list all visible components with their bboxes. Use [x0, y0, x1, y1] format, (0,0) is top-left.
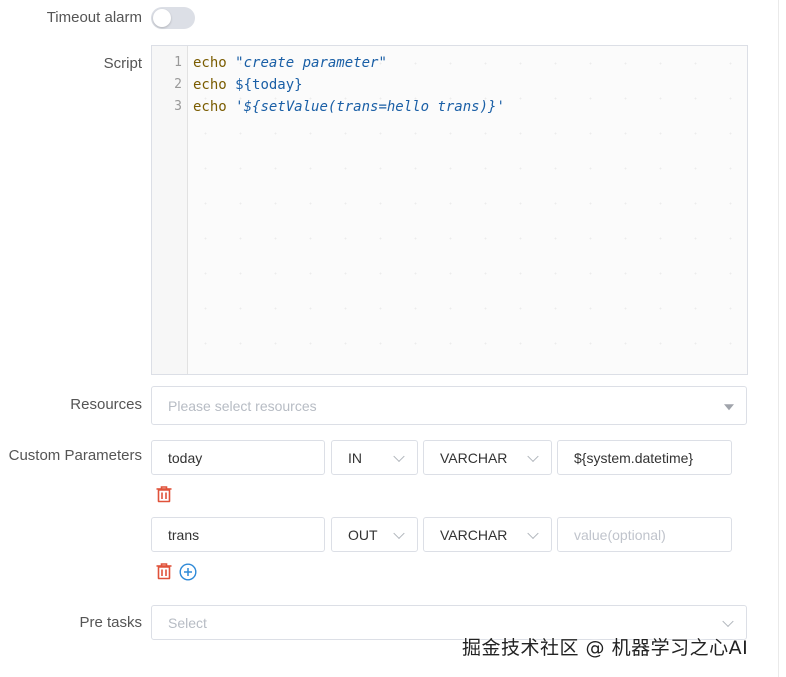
- param-direction-value: OUT: [348, 526, 378, 543]
- code-argument: "create parameter": [235, 55, 387, 71]
- param-type-value: VARCHAR: [440, 449, 508, 466]
- param-direction-select[interactable]: OUT: [331, 517, 418, 552]
- param-type-select[interactable]: VARCHAR: [423, 440, 552, 475]
- timeout-alarm-label: Timeout alarm: [46, 9, 142, 26]
- code-line: echo "create parameter": [193, 52, 747, 74]
- param-type-value: VARCHAR: [440, 526, 508, 543]
- right-divider: [778, 0, 779, 677]
- line-number: 3: [174, 99, 182, 114]
- chevron-down-icon: [722, 615, 734, 627]
- param-type-select[interactable]: VARCHAR: [423, 517, 552, 552]
- script-editor[interactable]: 1 2 3 echo "create parameter" echo ${tod…: [151, 45, 748, 375]
- watermark: 掘金技术社区 @ 机器学习之心AI: [462, 637, 749, 659]
- code-line: echo ${today}: [193, 74, 747, 96]
- trash-icon[interactable]: [155, 485, 173, 503]
- pre-tasks-label: Pre tasks: [79, 614, 142, 631]
- param-name-input[interactable]: [151, 517, 325, 552]
- param-value-input[interactable]: [557, 440, 732, 475]
- line-number: 2: [174, 77, 182, 92]
- chevron-down-icon: [527, 527, 539, 539]
- resources-select[interactable]: Please select resources: [151, 386, 747, 425]
- caret-down-icon: [724, 403, 734, 410]
- param-value-input[interactable]: [557, 517, 732, 552]
- line-gutter: 1 2 3: [152, 46, 188, 374]
- code-area[interactable]: echo "create parameter" echo ${today} ec…: [193, 52, 747, 118]
- code-keyword: echo: [193, 55, 227, 71]
- chevron-down-icon: [393, 450, 405, 462]
- resources-placeholder: Please select resources: [168, 397, 317, 414]
- code-line: echo '${setValue(trans=hello trans)}': [193, 96, 747, 118]
- pre-tasks-placeholder: Select: [168, 614, 207, 631]
- chevron-down-icon: [393, 527, 405, 539]
- code-argument: ${today}: [235, 77, 303, 93]
- trash-icon[interactable]: [155, 562, 173, 580]
- code-keyword: echo: [193, 77, 227, 93]
- toggle-knob: [153, 9, 171, 27]
- code-keyword: echo: [193, 99, 227, 115]
- param-name-input[interactable]: [151, 440, 325, 475]
- timeout-alarm-toggle[interactable]: [151, 7, 195, 29]
- script-label: Script: [103, 55, 142, 72]
- chevron-down-icon: [527, 450, 539, 462]
- add-circle-icon[interactable]: [179, 563, 197, 581]
- custom-parameters-label: Custom Parameters: [8, 447, 142, 464]
- line-number: 1: [174, 55, 182, 70]
- resources-label: Resources: [70, 396, 142, 413]
- param-direction-select[interactable]: IN: [331, 440, 418, 475]
- param-direction-value: IN: [348, 449, 362, 466]
- code-argument: '${setValue(trans=hello trans)}': [235, 99, 505, 115]
